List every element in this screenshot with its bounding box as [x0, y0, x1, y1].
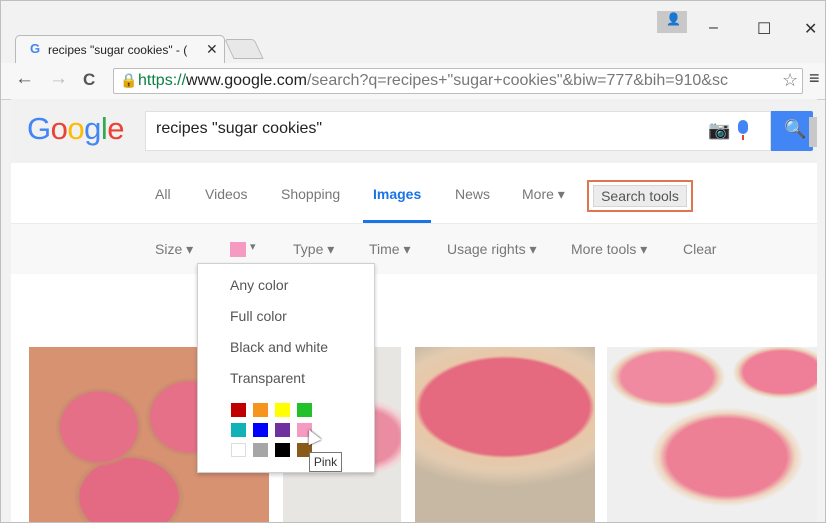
tab-more[interactable]: More ▾: [522, 186, 565, 203]
color-filter[interactable]: [230, 242, 246, 257]
search-input[interactable]: recipes "sugar cookies" 📷: [145, 111, 771, 151]
usage-rights-filter[interactable]: Usage rights ▾: [447, 241, 537, 258]
microphone-icon[interactable]: [738, 120, 748, 140]
address-toolbar: ← → C 🔒 https://www.google.com/search?q=…: [1, 63, 825, 100]
color-swatch[interactable]: [275, 423, 290, 437]
logo-letter: o: [67, 111, 85, 146]
profile-button[interactable]: 👤: [657, 11, 687, 33]
logo-letter: g: [84, 111, 101, 146]
search-type-tabs: All Videos Shopping Images News More ▾ S…: [11, 163, 817, 224]
new-tab-button[interactable]: [224, 39, 264, 59]
menu-item-full-color[interactable]: Full color: [230, 308, 287, 324]
color-swatch[interactable]: [275, 443, 290, 457]
result-image[interactable]: [415, 347, 595, 522]
color-dropdown-menu: Any color Full color Black and white Tra…: [197, 263, 375, 473]
tab-shopping[interactable]: Shopping: [281, 186, 340, 202]
browser-window: G recipes "sugar cookies" - ( ✕ 👤 – ☐ ✕ …: [0, 0, 826, 523]
color-swatch[interactable]: [253, 423, 268, 437]
google-favicon-icon: G: [30, 41, 41, 56]
clear-filters[interactable]: Clear: [683, 241, 716, 257]
menu-item-any-color[interactable]: Any color: [230, 277, 288, 293]
browser-tab[interactable]: G recipes "sugar cookies" - ( ✕: [15, 35, 225, 63]
close-window-button[interactable]: ✕: [804, 19, 817, 39]
tab-title: recipes "sugar cookies" - (: [48, 43, 188, 57]
search-query: recipes "sugar cookies": [156, 120, 323, 137]
color-swatch[interactable]: [231, 443, 246, 457]
back-button[interactable]: ←: [15, 68, 34, 90]
size-filter[interactable]: Size ▾: [155, 241, 193, 258]
logo-letter: o: [50, 111, 68, 146]
type-filter[interactable]: Type ▾: [293, 241, 334, 258]
color-swatch[interactable]: [297, 403, 312, 417]
logo-letter: e: [107, 111, 125, 146]
tab-close-icon[interactable]: ✕: [206, 41, 218, 58]
color-swatch[interactable]: [231, 423, 246, 437]
reload-button[interactable]: C: [83, 70, 95, 90]
chevron-down-icon[interactable]: ▾: [250, 240, 256, 253]
color-swatch[interactable]: [253, 443, 268, 457]
tab-all[interactable]: All: [155, 186, 171, 202]
address-bar[interactable]: 🔒 https://www.google.com/search?q=recipe…: [113, 68, 803, 94]
search-button[interactable]: 🔍: [771, 111, 813, 151]
tab-videos[interactable]: Videos: [205, 186, 248, 202]
tab-images[interactable]: Images: [373, 186, 421, 202]
color-swatch[interactable]: [231, 403, 246, 417]
minimize-button[interactable]: –: [709, 19, 718, 37]
search-icon: 🔍: [784, 119, 807, 139]
google-header: Google recipes "sugar cookies" 📷 🔍: [11, 99, 817, 163]
result-image[interactable]: [607, 347, 817, 522]
person-icon: 👤: [666, 12, 681, 26]
search-tools-button[interactable]: Search tools: [593, 185, 687, 207]
logo-letter: G: [27, 111, 51, 146]
url-text: https://www.google.com/search?q=recipes+…: [138, 72, 728, 89]
chrome-menu-icon[interactable]: ≡: [809, 68, 820, 89]
scrollbar[interactable]: [809, 117, 817, 147]
search-tools-highlight: Search tools: [587, 180, 693, 212]
color-swatch[interactable]: [253, 403, 268, 417]
search-tools-bar: Size ▾ ▾ Type ▾ Time ▾ Usage rights ▾ Mo…: [11, 224, 817, 274]
google-logo[interactable]: Google: [27, 111, 125, 147]
google-results-page: Google recipes "sugar cookies" 📷 🔍 All V…: [11, 99, 817, 522]
tooltip: Pink: [309, 452, 342, 472]
camera-icon[interactable]: 📷: [708, 120, 730, 141]
time-filter[interactable]: Time ▾: [369, 241, 411, 258]
menu-item-transparent[interactable]: Transparent: [230, 370, 305, 386]
more-tools-filter[interactable]: More tools ▾: [571, 241, 647, 258]
color-swatch[interactable]: [275, 403, 290, 417]
tab-news[interactable]: News: [455, 186, 490, 202]
tab-strip: G recipes "sugar cookies" - ( ✕ 👤 – ☐ ✕: [1, 1, 825, 63]
active-tab-underline: [363, 220, 431, 223]
menu-item-black-and-white[interactable]: Black and white: [230, 339, 328, 355]
maximize-button[interactable]: ☐: [757, 19, 771, 39]
lock-icon: 🔒: [120, 72, 138, 88]
forward-button[interactable]: →: [49, 68, 68, 90]
bookmark-star-icon[interactable]: ☆: [782, 70, 798, 91]
